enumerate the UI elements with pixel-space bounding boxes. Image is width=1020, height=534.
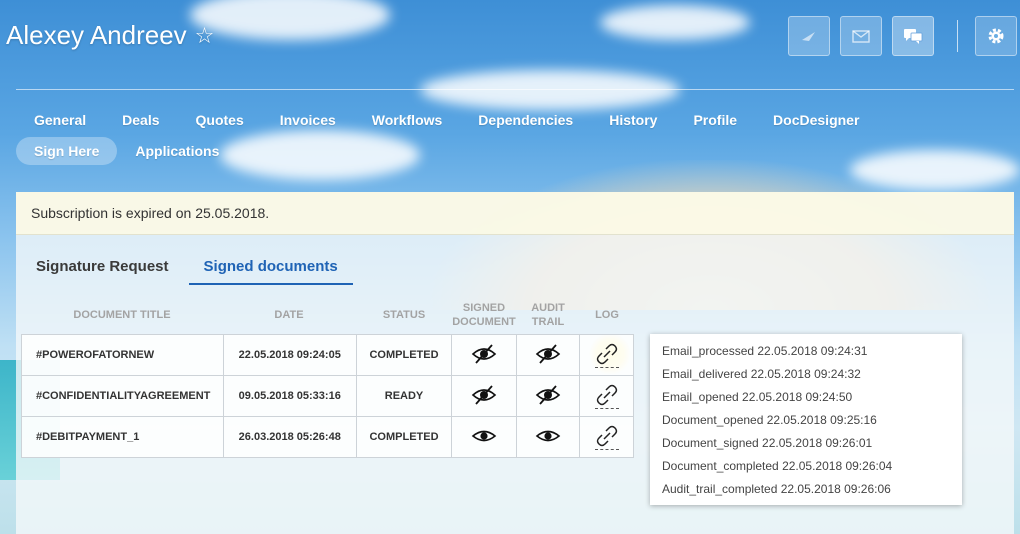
column-header-log: LOG	[595, 309, 619, 321]
link-icon[interactable]	[594, 425, 619, 450]
tab-history[interactable]: History	[591, 106, 675, 134]
column-header-audit-line1: AUDIT	[531, 302, 565, 314]
document-status: READY	[355, 375, 453, 417]
document-status: COMPLETED	[355, 416, 453, 458]
table-row: #POWEROFATORNEW 22.05.2018 09:24:05 COMP…	[21, 334, 634, 376]
nav-row-2: Sign Here Applications	[16, 137, 1006, 165]
log-entry: Audit_trail_completed 22.05.2018 09:26:0…	[662, 482, 891, 496]
document-status: COMPLETED	[355, 334, 453, 376]
tab-dependencies[interactable]: Dependencies	[460, 106, 591, 134]
document-title: #CONFIDENTIALITYAGREEMENT	[21, 375, 224, 417]
record-nav: General Deals Quotes Invoices Workflows …	[16, 106, 1006, 168]
link-icon[interactable]	[594, 384, 619, 409]
cloud	[190, 0, 390, 40]
link-icon[interactable]	[594, 343, 619, 368]
tab-quotes[interactable]: Quotes	[178, 106, 262, 134]
document-date: 26.03.2018 05:26:48	[222, 416, 357, 458]
log-popup: Email_processed 22.05.2018 09:24:31 Emai…	[650, 334, 962, 505]
log-entry: Email_processed 22.05.2018 09:24:31	[662, 344, 868, 358]
document-title: #POWEROFATORNEW	[21, 334, 224, 376]
log-entry: Document_opened 22.05.2018 09:25:16	[662, 413, 877, 427]
document-tabs: Signature Request Signed documents	[36, 258, 373, 285]
eye-off-icon[interactable]	[471, 343, 497, 365]
tab-profile[interactable]: Profile	[675, 106, 755, 134]
nav-row-1: General Deals Quotes Invoices Workflows …	[16, 106, 1006, 134]
tab-invoices[interactable]: Invoices	[262, 106, 354, 134]
tab-general[interactable]: General	[16, 106, 104, 134]
log-entry: Email_delivered 22.05.2018 09:24:32	[662, 367, 861, 381]
document-date: 09.05.2018 05:33:16	[222, 375, 357, 417]
eye-off-icon[interactable]	[471, 384, 497, 406]
column-header-status: STATUS	[382, 309, 426, 321]
cloud	[600, 5, 750, 40]
column-header-date: DATE	[274, 309, 304, 321]
cloud	[420, 70, 680, 110]
tab-docdesigner[interactable]: DocDesigner	[755, 106, 877, 134]
table-header: DOCUMENT TITLE DATE STATUS SIGNED DOCUME…	[5, 300, 619, 330]
eye-icon[interactable]	[535, 427, 561, 445]
document-date: 22.05.2018 09:24:05	[222, 334, 357, 376]
tab-signature-request[interactable]: Signature Request	[36, 258, 169, 285]
subscription-banner: Subscription is expired on 25.05.2018.	[16, 192, 1014, 235]
tab-signed-documents[interactable]: Signed documents	[188, 258, 353, 285]
log-entry: Document_signed 22.05.2018 09:26:01	[662, 436, 873, 450]
table-row: #DEBITPAYMENT_1 26.03.2018 05:26:48 COMP…	[21, 416, 634, 458]
column-header-audit-line2: TRAIL	[531, 316, 565, 328]
share-button[interactable]	[788, 16, 830, 56]
header-separator	[16, 89, 1014, 90]
log-entry: Document_completed 22.05.2018 09:26:04	[662, 459, 893, 473]
chat-icon	[904, 29, 923, 44]
contact-name: Alexey Andreev	[6, 20, 187, 50]
column-header-title: DOCUMENT TITLE	[73, 309, 171, 321]
eye-icon[interactable]	[471, 427, 497, 445]
page-title: Alexey Andreev ☆	[6, 20, 214, 51]
header-divider	[957, 20, 958, 52]
signed-documents-table: #POWEROFATORNEW 22.05.2018 09:24:05 COMP…	[21, 334, 634, 458]
tab-applications[interactable]: Applications	[117, 137, 237, 165]
mail-icon	[852, 30, 870, 43]
log-entry: Email_opened 22.05.2018 09:24:50	[662, 390, 853, 404]
favorite-star-icon[interactable]: ☆	[195, 23, 215, 49]
eye-off-icon[interactable]	[535, 343, 561, 365]
chat-button[interactable]	[892, 16, 934, 56]
gear-icon	[988, 28, 1004, 44]
column-header-audit-trail: AUDIT TRAIL	[499, 300, 597, 330]
tab-deals[interactable]: Deals	[104, 106, 177, 134]
share-icon	[802, 32, 815, 41]
settings-button[interactable]	[975, 16, 1017, 56]
column-header-signed-document: SIGNED DOCUMENT	[452, 300, 516, 330]
eye-off-icon[interactable]	[535, 384, 561, 406]
table-row: #CONFIDENTIALITYAGREEMENT 09.05.2018 05:…	[21, 375, 634, 417]
tab-workflows[interactable]: Workflows	[354, 106, 461, 134]
tab-sign-here[interactable]: Sign Here	[16, 137, 118, 165]
email-button[interactable]	[840, 16, 882, 56]
document-title: #DEBITPAYMENT_1	[21, 416, 224, 458]
